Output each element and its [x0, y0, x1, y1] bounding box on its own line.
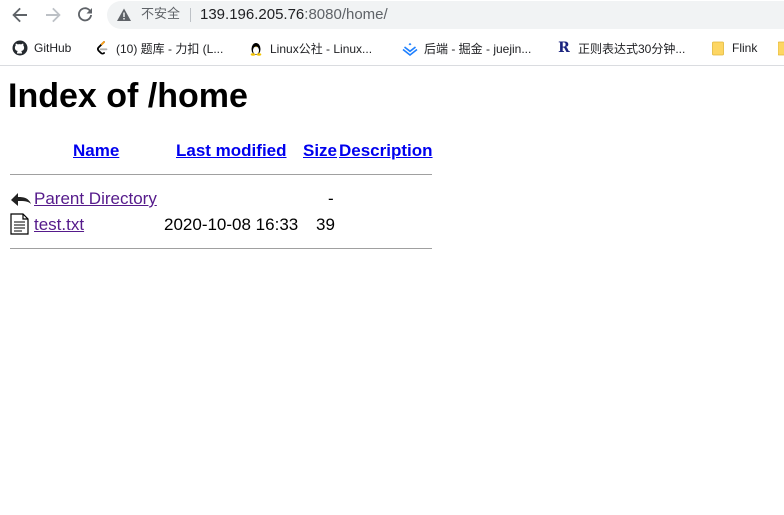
forward-arrow-icon [46, 7, 61, 23]
forward-button[interactable] [43, 5, 63, 25]
row-size: - [328, 189, 334, 208]
bookmarks-bar: GitHub (10) 题库 - 力扣 (L... Linux公社 - Linu… [0, 30, 784, 66]
column-header-size[interactable]: Size [303, 140, 337, 162]
page-content: Index of /home Name Last modified Size D… [0, 66, 784, 515]
leetcode-icon [94, 40, 110, 56]
bookmark-label: 正则表达式30分钟... [578, 41, 686, 56]
url-host: 139.196.205.76 [200, 6, 305, 23]
bookmark-label: Linux公社 - Linux... [270, 41, 373, 56]
warning-icon [117, 8, 131, 21]
bookmark-juejin[interactable]: 后端 - 掘金 - juejin... [402, 39, 531, 57]
back-arrow-nav-icon [12, 7, 27, 23]
table-divider-bottom [10, 248, 432, 249]
column-header-description[interactable]: Description [339, 140, 433, 162]
bookmark-label: GitHub [34, 41, 72, 55]
parent-directory-link[interactable]: Parent Directory [34, 188, 157, 210]
bookmark-label: (10) 题库 - 力扣 (L... [116, 41, 224, 56]
bookmark-label: Flink [732, 41, 758, 55]
security-label[interactable]: 不安全 [141, 7, 180, 23]
linux-penguin-icon [248, 40, 264, 56]
sort-by-size-link[interactable]: Size [303, 141, 337, 160]
bookmark-label: 后端 - 掘金 - juejin... [424, 41, 532, 56]
sort-by-name-link[interactable]: Name [73, 141, 119, 160]
bookmark-overflow[interactable] [778, 39, 784, 57]
bookmark-regex[interactable]: R 正则表达式30分钟... [556, 39, 685, 57]
github-icon [12, 40, 28, 56]
row-last-modified: 2020-10-08 16:33 [164, 215, 299, 234]
back-arrow-icon [11, 193, 31, 206]
browser-toolbar: 不安全 139.196.205.76:8080/home/ [0, 0, 784, 30]
url-text[interactable]: 139.196.205.76:8080/home/ [200, 5, 388, 25]
regex-r-icon: R [558, 40, 570, 56]
folder-icon [710, 40, 726, 56]
juejin-icon [402, 40, 418, 56]
page-title: Index of /home [8, 77, 248, 115]
column-header-last-modified[interactable]: Last modified [176, 140, 287, 162]
column-header-name[interactable]: Name [73, 140, 119, 162]
table-divider-top [10, 174, 432, 175]
folder-icon [778, 40, 784, 56]
text-file-icon [10, 213, 29, 235]
url-path: :8080/home/ [304, 6, 388, 23]
bookmark-github[interactable]: GitHub [12, 39, 71, 57]
reload-icon [78, 7, 92, 22]
row-size: 39 [316, 215, 335, 234]
bookmark-leetcode[interactable]: (10) 题库 - 力扣 (L... [94, 39, 223, 57]
reload-button[interactable] [75, 5, 95, 25]
back-button[interactable] [10, 5, 30, 25]
separator [190, 8, 191, 22]
sort-by-description-link[interactable]: Description [339, 141, 433, 160]
bookmark-flink[interactable]: Flink [710, 39, 757, 57]
bookmark-linux[interactable]: Linux公社 - Linux... [248, 39, 372, 57]
sort-by-modified-link[interactable]: Last modified [176, 141, 287, 160]
file-link-test-txt[interactable]: test.txt [34, 214, 84, 236]
